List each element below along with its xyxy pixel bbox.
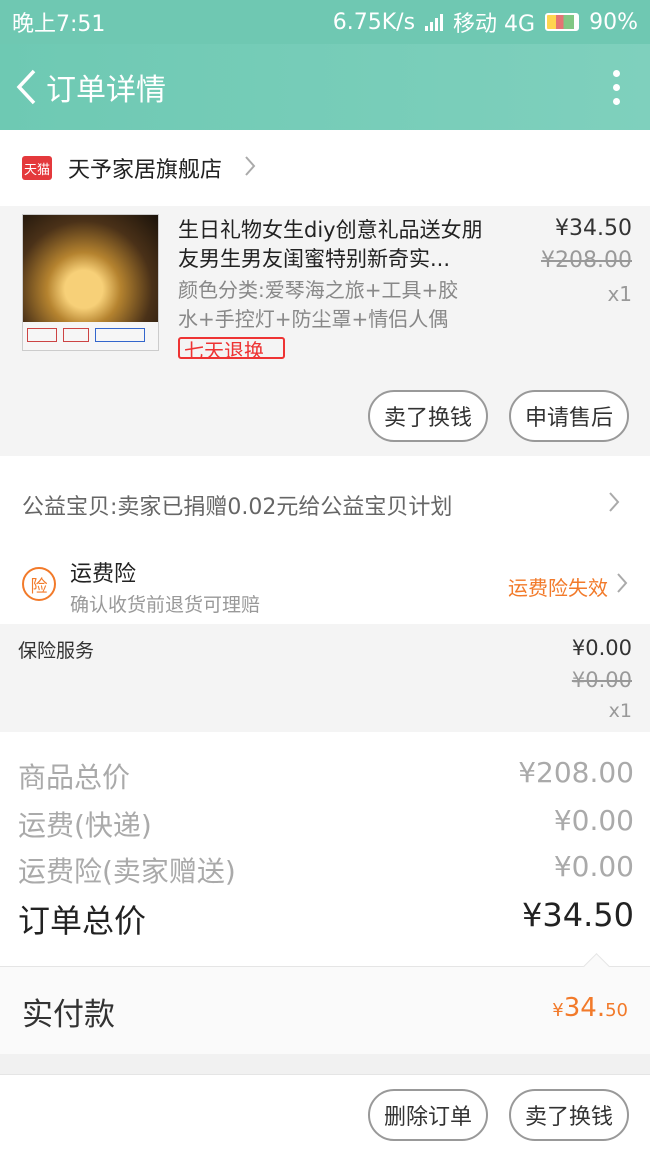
bottom-action-bar: 删除订单 卖了换钱 xyxy=(0,1074,650,1155)
insurance-fee-value: ¥0.00 xyxy=(553,850,634,883)
insurance-title: 运费险 xyxy=(70,562,137,587)
network-speed: 6.75K/s xyxy=(332,9,416,35)
goods-total-value: ¥208.00 xyxy=(518,756,634,789)
product-thumbnail[interactable] xyxy=(22,214,159,351)
shop-header[interactable]: 天猫 天予家居旗舰店 xyxy=(0,130,650,206)
goods-total-row: 商品总价 ¥208.00 xyxy=(18,756,634,796)
product-quantity: x1 xyxy=(607,282,632,306)
page-title: 订单详情 xyxy=(46,73,166,108)
shop-name: 天予家居旗舰店 xyxy=(68,158,223,183)
order-total-row: 订单总价 ¥34.50 xyxy=(18,896,634,942)
apply-after-sale-button[interactable]: 申请售后 xyxy=(509,390,629,442)
product-spec: 颜色分类:爱琴海之旅+工具+胶水+手控灯+防尘罩+情侣人偶 xyxy=(178,278,459,331)
service-label: 保险服务 xyxy=(18,640,95,662)
battery-icon xyxy=(545,13,580,31)
carrier-label: 移动 4G xyxy=(453,12,536,37)
product-original-price: ¥208.00 xyxy=(541,248,632,273)
service-original-price: ¥0.00 xyxy=(571,668,632,692)
sell-for-cash-button[interactable]: 卖了换钱 xyxy=(368,390,488,442)
insurance-fee-row: 运费险(卖家赠送) ¥0.00 xyxy=(18,850,634,890)
insurance-status: 运费险失效 xyxy=(508,576,608,600)
actual-payment-label: 实付款 xyxy=(22,997,115,1033)
insurance-icon: 险 xyxy=(22,567,56,601)
shipping-insurance-row[interactable]: 险 运费险 确认收货前退货可理赔 运费险失效 xyxy=(0,540,650,624)
battery-level: 90% xyxy=(589,9,638,35)
shipping-value: ¥0.00 xyxy=(553,804,634,837)
delete-order-button[interactable]: 删除订单 xyxy=(368,1089,488,1141)
payment-amount-cents: 50 xyxy=(605,1000,628,1021)
charity-text: 公益宝贝:卖家已捐赠0.02元给公益宝贝计划 xyxy=(22,495,453,520)
insurance-fee-label: 运费险(卖家赠送) xyxy=(18,855,236,888)
service-price: ¥0.00 xyxy=(571,636,632,660)
shipping-row: 运费(快递) ¥0.00 xyxy=(18,804,634,844)
goods-total-label: 商品总价 xyxy=(18,761,131,794)
service-quantity: x1 xyxy=(608,700,632,722)
status-time: 晚上7:51 xyxy=(12,12,106,37)
insurance-service-item: 保险服务 ¥0.00 ¥0.00 x1 xyxy=(0,624,650,732)
more-vertical-icon[interactable] xyxy=(613,69,620,105)
tmall-badge-icon: 天猫 xyxy=(22,156,52,180)
order-total-label: 订单总价 xyxy=(18,902,147,940)
status-right: 6.75K/s 移动 4G 90% xyxy=(333,6,638,38)
signal-icon xyxy=(425,13,444,31)
product-price: ¥34.50 xyxy=(555,216,632,241)
status-bar: 晚上7:51 6.75K/s 移动 4G 90% xyxy=(0,0,650,44)
order-item[interactable]: 生日礼物女生diy创意礼品送女朋友男生男友闺蜜特别新奇实... 颜色分类:爱琴海… xyxy=(0,206,650,456)
chevron-right-icon xyxy=(608,491,620,519)
payment-amount-main: 34. xyxy=(563,993,606,1023)
actual-payment-amount: ¥34.50 xyxy=(552,993,628,1023)
order-total-value: ¥34.50 xyxy=(522,896,634,934)
chevron-right-icon xyxy=(244,155,256,181)
actual-payment-row: 实付款 ¥34.50 xyxy=(0,966,650,1054)
top-navbar: 订单详情 xyxy=(0,44,650,130)
back-chevron-icon[interactable] xyxy=(6,44,46,130)
seven-day-return-badge: 七天退换 xyxy=(178,337,285,359)
shipping-label: 运费(快递) xyxy=(18,809,152,842)
chevron-right-icon xyxy=(616,572,628,598)
insurance-subtitle: 确认收货前退货可理赔 xyxy=(70,594,261,616)
product-title: 生日礼物女生diy创意礼品送女朋友男生男友闺蜜特别新奇实... xyxy=(178,218,483,271)
sell-for-cash-bottom-button[interactable]: 卖了换钱 xyxy=(509,1089,629,1141)
payment-currency: ¥ xyxy=(552,1000,564,1021)
price-summary: 商品总价 ¥208.00 运费(快递) ¥0.00 运费险(卖家赠送) ¥0.0… xyxy=(0,732,650,966)
